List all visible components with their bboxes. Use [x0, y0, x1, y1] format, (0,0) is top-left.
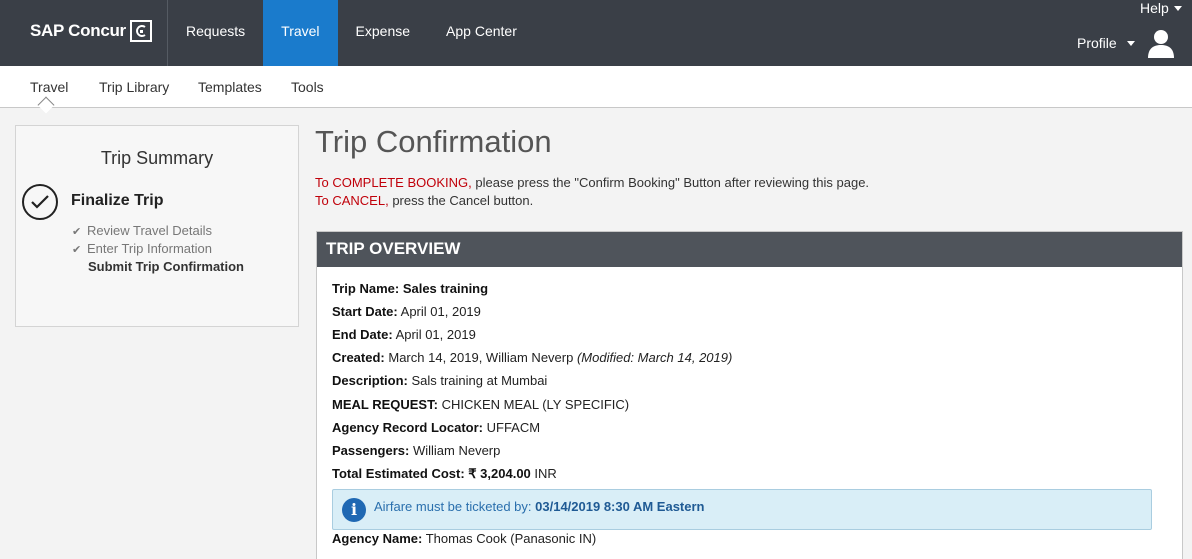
checkmark-circle-icon [22, 184, 58, 220]
alert-text: Airfare must be ticketed by: [374, 499, 532, 514]
cancel-label: To CANCEL, [315, 193, 389, 208]
subnav-trip-library[interactable]: Trip Library [99, 79, 169, 95]
subnav-travel[interactable]: Travel [30, 79, 68, 95]
passengers-value: William Neverp [412, 443, 501, 458]
trip-overview-panel: TRIP OVERVIEW Trip Name: Sales training … [316, 231, 1183, 559]
step-enter-trip-information: ✔ Enter Trip Information [72, 241, 212, 256]
trip-summary-panel: Trip Summary Finalize Trip ✔ Review Trave… [15, 125, 299, 327]
concur-c-icon [129, 20, 152, 42]
main-nav: Requests Travel Expense App Center [168, 0, 535, 66]
trip-name-row: Trip Name: Sales training [332, 281, 488, 296]
sap-concur-logo[interactable]: SAP Concur [30, 20, 152, 42]
top-navigation-bar: SAP Concur Requests Travel Expense App C… [0, 0, 1192, 66]
ticketing-deadline-alert: i Airfare must be ticketed by: 03/14/201… [332, 489, 1152, 530]
current-step-title: Finalize Trip [71, 192, 164, 209]
field-label: Created: [332, 350, 385, 365]
start-date-value: April 01, 2019 [400, 304, 481, 319]
field-label: Trip Name: [332, 281, 400, 296]
alert-message: Airfare must be ticketed by: 03/14/2019 … [374, 499, 704, 514]
agency-name-value: Thomas Cook (Panasonic IN) [425, 531, 597, 546]
step-review-travel-details: ✔ Review Travel Details [72, 223, 212, 238]
travel-subnav: Travel Trip Library Templates Tools [0, 66, 1192, 114]
subnav-tools[interactable]: Tools [291, 79, 324, 95]
trip-name-value: Sales training [402, 281, 489, 296]
meal-request-value: CHICKEN MEAL (LY SPECIFIC) [441, 397, 630, 412]
created-value: March 14, 2019, William Neverp [388, 350, 574, 365]
field-label: End Date: [332, 327, 393, 342]
complete-booking-label: To COMPLETE BOOKING, [315, 175, 472, 190]
step-submit-trip-confirmation: Submit Trip Confirmation [88, 259, 244, 274]
step-label: Enter Trip Information [87, 241, 212, 256]
help-label: Help [1140, 0, 1169, 16]
complete-booking-instruction: To COMPLETE BOOKING, please press the "C… [315, 175, 869, 190]
total-cost-row: Total Estimated Cost: ₹ 3,204.00 INR [332, 466, 557, 482]
meal-request-row: MEAL REQUEST: CHICKEN MEAL (LY SPECIFIC) [332, 397, 629, 412]
start-date-row: Start Date: April 01, 2019 [332, 304, 481, 319]
description-row: Description: Sals training at Mumbai [332, 373, 547, 388]
modified-value: (Modified: March 14, 2019) [576, 350, 733, 365]
cancel-instruction: To CANCEL, press the Cancel button. [315, 193, 533, 208]
currency-code: INR [534, 466, 557, 481]
nav-travel[interactable]: Travel [263, 0, 338, 66]
active-subnav-indicator [37, 96, 55, 114]
field-label: Passengers: [332, 443, 410, 458]
step-label: Review Travel Details [87, 223, 212, 238]
passengers-row: Passengers: William Neverp [332, 443, 500, 458]
chevron-down-icon [1173, 6, 1182, 11]
profile-menu[interactable]: Profile [1077, 35, 1135, 51]
page-title: Trip Confirmation [315, 124, 552, 159]
check-icon: ✔ [72, 226, 82, 238]
record-locator-value: UFFACM [486, 420, 541, 435]
created-row: Created: March 14, 2019, William Neverp … [332, 350, 732, 365]
info-icon: i [342, 498, 366, 522]
nav-app-center[interactable]: App Center [428, 0, 535, 66]
nav-requests[interactable]: Requests [168, 0, 263, 66]
description-value: Sals training at Mumbai [411, 373, 548, 388]
field-label: Total Estimated Cost: [332, 466, 465, 481]
chevron-down-icon [1126, 41, 1135, 46]
cancel-text: press the Cancel button. [388, 193, 534, 208]
profile-label: Profile [1077, 35, 1117, 51]
record-locator-row: Agency Record Locator: UFFACM [332, 420, 540, 435]
field-label: MEAL REQUEST: [332, 397, 438, 412]
check-icon: ✔ [72, 244, 82, 256]
field-label: Start Date: [332, 304, 398, 319]
complete-booking-text: please press the "Confirm Booking" Butto… [471, 175, 870, 190]
help-menu[interactable]: Help [1140, 0, 1182, 16]
nav-expense[interactable]: Expense [338, 0, 428, 66]
alert-deadline: 03/14/2019 8:30 AM Eastern [535, 499, 705, 514]
end-date-row: End Date: April 01, 2019 [332, 327, 476, 342]
subnav-templates[interactable]: Templates [198, 79, 262, 95]
agency-name-row: Agency Name: Thomas Cook (Panasonic IN) [332, 531, 596, 546]
trip-summary-title: Trip Summary [100, 148, 214, 168]
logo-text: SAP Concur [30, 21, 126, 40]
field-label: Agency Record Locator: [332, 420, 483, 435]
field-label: Description: [332, 373, 408, 388]
total-cost-value: ₹ 3,204.00 [468, 466, 531, 481]
trip-overview-heading: TRIP OVERVIEW [317, 232, 1182, 267]
end-date-value: April 01, 2019 [395, 327, 476, 342]
field-label: Agency Name: [332, 531, 423, 546]
user-avatar-icon[interactable] [1147, 27, 1175, 59]
